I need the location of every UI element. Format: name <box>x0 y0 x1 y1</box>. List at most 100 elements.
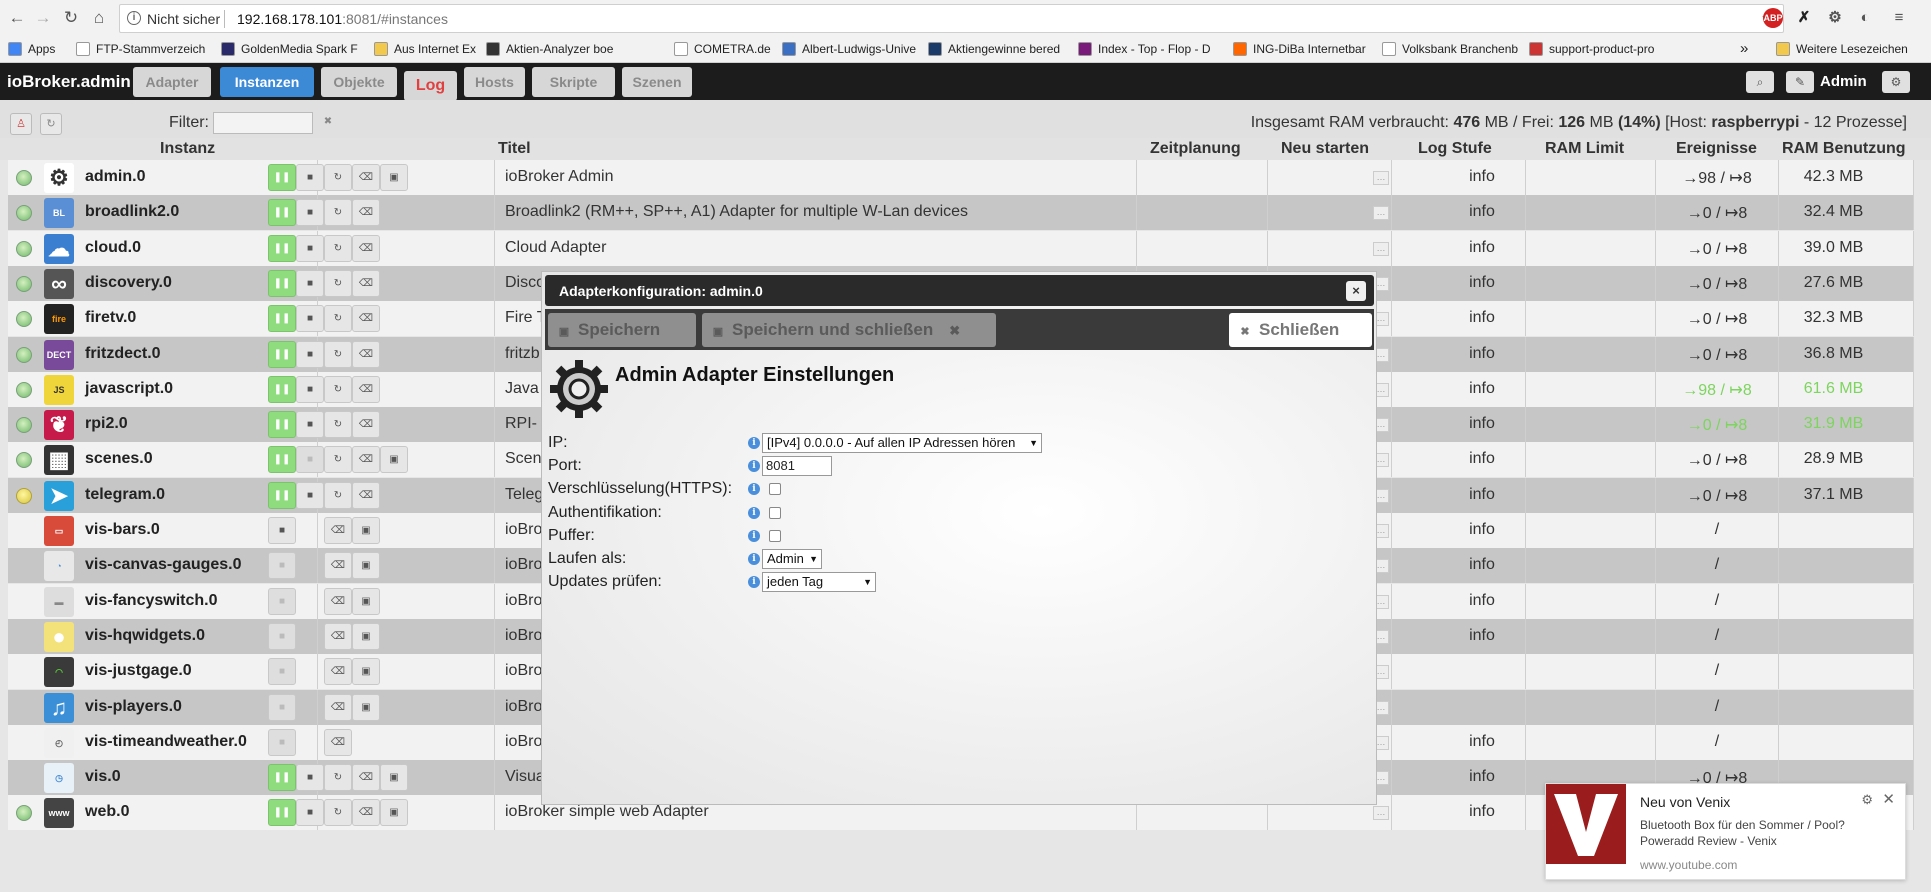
tab-skripte[interactable]: Skripte <box>532 67 615 97</box>
delete-icon[interactable]: ⌫ <box>324 552 352 580</box>
pause-icon[interactable]: ❚❚ <box>268 799 296 827</box>
filter-input[interactable] <box>213 112 313 134</box>
instance-title[interactable]: Scen <box>505 450 541 468</box>
instance-title[interactable]: Visua <box>505 768 545 786</box>
restart-icon[interactable]: ↻ <box>324 164 352 191</box>
tab-adapter[interactable]: Adapter <box>133 67 211 97</box>
restart-icon[interactable]: ↻ <box>324 199 352 227</box>
checkbox[interactable] <box>769 483 781 495</box>
delete-icon[interactable]: ⌫ <box>352 375 380 403</box>
log-level[interactable]: info <box>1439 380 1525 398</box>
table-row[interactable]: BL broadlink2.0 ❚❚ ■ ↻ ⌫ Broadlink2 (RM++, SP+… <box>8 195 1914 231</box>
close-icon[interactable]: ✕ <box>1882 790 1895 808</box>
home-icon[interactable]: ⌂ <box>88 7 110 29</box>
stop-icon[interactable]: ■ <box>296 764 324 792</box>
stop-icon[interactable]: ■ <box>296 411 324 439</box>
instance-title[interactable]: ioBro <box>505 521 542 539</box>
tab-instanzen[interactable]: Instanzen <box>220 67 314 97</box>
delete-icon[interactable]: ⌫ <box>352 269 380 297</box>
image-icon[interactable]: ▣ <box>352 517 380 544</box>
info-icon[interactable]: i <box>748 530 760 542</box>
image-icon[interactable]: ▣ <box>380 764 408 792</box>
port-input[interactable]: 8081 <box>762 456 832 476</box>
info-icon[interactable]: i <box>748 507 760 519</box>
delete-icon[interactable]: ⌫ <box>352 764 380 792</box>
instance-name[interactable]: admin.0 <box>85 168 145 186</box>
user-label[interactable]: Admin <box>1820 73 1867 90</box>
log-level[interactable]: info <box>1439 592 1525 610</box>
log-level[interactable]: info <box>1439 768 1525 786</box>
col-ramusage[interactable]: RAM Benutzung <box>1782 140 1906 158</box>
tab-szenen[interactable]: Szenen <box>622 67 692 97</box>
stop-icon[interactable]: ■ <box>296 164 324 191</box>
image-icon[interactable]: ▣ <box>380 799 408 827</box>
stop-icon[interactable]: ■ <box>296 340 324 368</box>
restart-icon[interactable]: ↻ <box>324 446 352 474</box>
log-level[interactable]: info <box>1439 309 1525 327</box>
stop-icon[interactable]: ■ <box>268 693 296 721</box>
extension-icon[interactable]: ✗ <box>1794 8 1814 28</box>
bookmark-item[interactable]: Albert-Ludwigs-Unive <box>782 40 917 58</box>
stop-icon[interactable]: ■ <box>296 799 324 827</box>
restart-icon[interactable]: ↻ <box>324 269 352 297</box>
instance-name[interactable]: broadlink2.0 <box>85 203 179 221</box>
pause-icon[interactable]: ❚❚ <box>268 234 296 262</box>
clear-filter-icon[interactable]: ✖ <box>321 116 335 130</box>
bookmark-item[interactable]: Apps <box>8 40 58 58</box>
instance-title[interactable]: Cloud Adapter <box>505 239 606 257</box>
info-icon[interactable]: i <box>748 483 760 495</box>
delete-icon[interactable]: ⌫ <box>324 517 352 544</box>
col-instance[interactable]: Instanz <box>160 140 215 158</box>
adblock-icon[interactable]: ABP <box>1763 8 1783 28</box>
instance-name[interactable]: vis.0 <box>85 768 121 786</box>
pause-icon[interactable]: ❚❚ <box>268 481 296 509</box>
delete-icon[interactable]: ⌫ <box>324 587 352 615</box>
delete-icon[interactable]: ⌫ <box>352 446 380 474</box>
bookmark-item[interactable]: Aus Internet Explorer <box>374 40 476 58</box>
back-icon[interactable]: ← <box>6 7 28 29</box>
instance-title[interactable]: ioBro <box>505 733 542 751</box>
close-button[interactable]: ✖ Schließen <box>1229 313 1372 347</box>
checkbox[interactable] <box>769 530 781 542</box>
restart-schedule-button[interactable]: … <box>1373 171 1389 185</box>
restart-schedule-button[interactable]: … <box>1373 241 1389 256</box>
stop-icon[interactable]: ■ <box>296 375 324 403</box>
tab-objekte[interactable]: Objekte <box>321 67 397 97</box>
stop-icon[interactable]: ■ <box>296 305 324 333</box>
pause-icon[interactable]: ❚❚ <box>268 269 296 297</box>
bookmark-item[interactable]: Index - Top - Flop - D <box>1078 40 1223 58</box>
stop-icon[interactable]: ■ <box>268 587 296 615</box>
delete-icon[interactable]: ⌫ <box>324 728 352 756</box>
restart-schedule-button[interactable]: … <box>1373 806 1389 821</box>
pause-icon[interactable]: ❚❚ <box>268 305 296 333</box>
delete-icon[interactable]: ⌫ <box>352 799 380 827</box>
log-level[interactable]: info <box>1439 239 1525 257</box>
reload-icon[interactable]: ↻ <box>40 113 62 135</box>
reload-icon[interactable]: ↻ <box>60 7 82 29</box>
bookmark-item[interactable]: ING-DiBa Internetbar <box>1233 40 1373 58</box>
stop-icon[interactable]: ■ <box>296 234 324 262</box>
instance-title[interactable]: Java <box>505 380 539 398</box>
instance-name[interactable]: vis-players.0 <box>85 698 182 716</box>
log-level[interactable]: info <box>1439 803 1525 821</box>
restart-icon[interactable]: ↻ <box>324 764 352 792</box>
address-bar[interactable]: i Nicht sicher 192.168.178.101:8081/#ins… <box>119 4 1784 33</box>
edit-icon[interactable]: ✎ <box>1786 71 1814 93</box>
table-row[interactable]: ☁ cloud.0 ❚❚ ■ ↻ ⌫ Cloud Adapter … info →0 / ↦8 39… <box>8 230 1914 266</box>
log-level[interactable]: info <box>1439 415 1525 433</box>
checkbox[interactable] <box>769 507 781 519</box>
instance-name[interactable]: rpi2.0 <box>85 415 128 433</box>
instance-title[interactable]: fritzb <box>505 345 540 363</box>
info-icon[interactable]: i <box>748 460 760 472</box>
instance-name[interactable]: vis-bars.0 <box>85 521 160 539</box>
info-icon[interactable]: i <box>748 576 760 588</box>
image-icon[interactable]: ▣ <box>380 164 408 191</box>
col-loglevel[interactable]: Log Stufe <box>1418 140 1492 158</box>
restart-icon[interactable]: ↻ <box>324 481 352 509</box>
bookmark-item[interactable]: GoldenMedia Spark F <box>221 40 361 58</box>
extension-gear-icon[interactable]: ⚙ <box>1825 8 1845 28</box>
log-level[interactable]: info <box>1439 521 1525 539</box>
log-level[interactable]: info <box>1439 486 1525 504</box>
save-close-button[interactable]: ▣ Speichern und schließen ✖ <box>702 313 996 347</box>
restart-icon[interactable]: ↻ <box>324 411 352 439</box>
